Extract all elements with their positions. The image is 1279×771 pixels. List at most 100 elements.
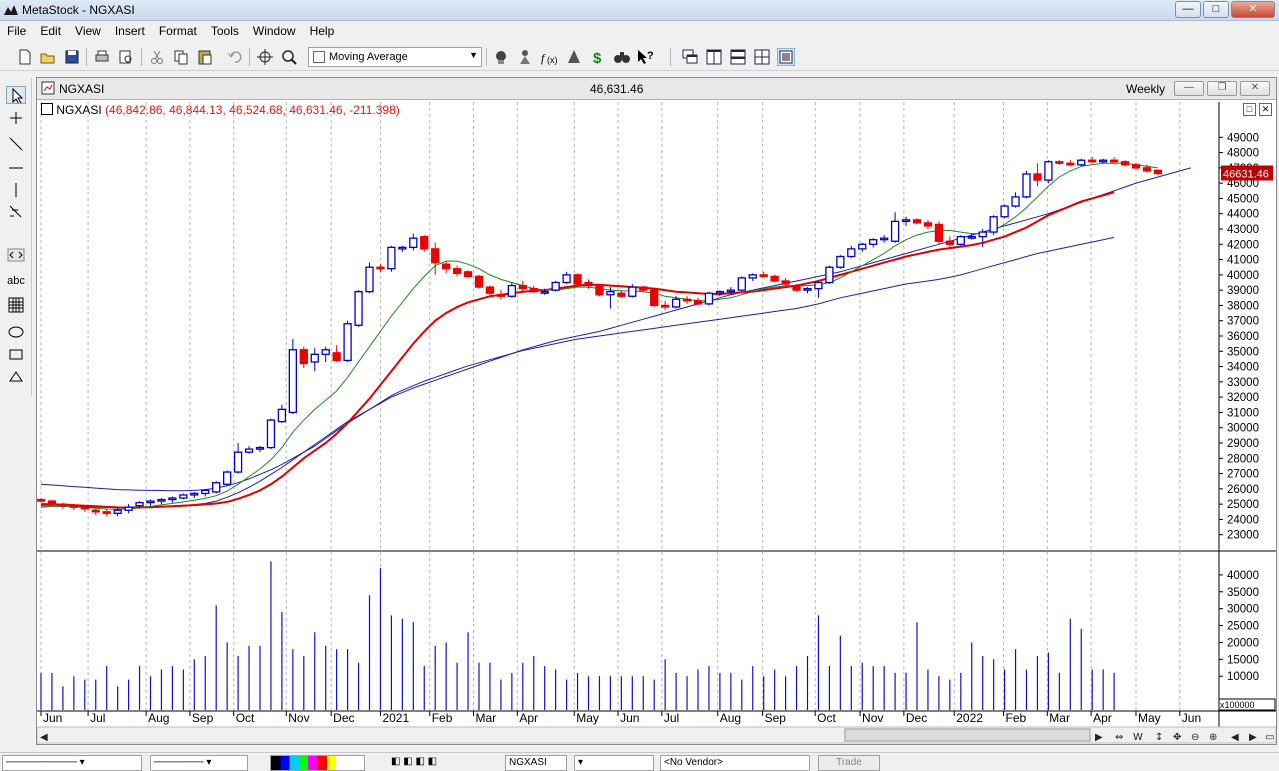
candle-body [518, 284, 527, 290]
candle [792, 284, 801, 292]
y-tick-label: 29000 [1227, 438, 1259, 450]
copy-icon[interactable] [172, 48, 190, 66]
y-tick-label: 44000 [1227, 209, 1259, 221]
layout-active-icon[interactable] [777, 48, 795, 66]
print-icon[interactable] [93, 48, 111, 66]
tile-grid-icon[interactable] [753, 48, 771, 66]
candle [551, 280, 560, 292]
ellipse-tool-icon[interactable] [6, 323, 26, 341]
color-palette[interactable] [270, 755, 365, 771]
scrollbar-control: ◀ [40, 732, 48, 743]
volume-y-tick-label: 30000 [1227, 604, 1259, 616]
y-tick-label: 36000 [1227, 331, 1259, 343]
candle-body [277, 408, 287, 423]
main-toolbar: Moving Average ▼ f (x) $ ? [0, 43, 1279, 71]
pointer-tool-icon[interactable] [6, 86, 26, 104]
x-tick-label: Nov [288, 711, 309, 725]
crosshair-icon[interactable] [256, 48, 274, 66]
undo-icon[interactable] [226, 48, 244, 66]
chart-restore-button[interactable]: ❐ [1207, 81, 1237, 96]
candle [266, 418, 276, 450]
candle [474, 274, 484, 289]
save-icon[interactable] [63, 48, 81, 66]
candle-body [1109, 159, 1119, 163]
rectangle-tool-icon[interactable] [6, 345, 26, 363]
menu-window[interactable]: Window [246, 21, 303, 38]
candle-body [387, 246, 396, 270]
pane-maximize-button[interactable]: □ [1243, 103, 1256, 116]
candle-body [496, 294, 506, 297]
menu-help[interactable]: Help [303, 21, 342, 38]
explorer-icon[interactable] [516, 48, 534, 66]
dollar-icon[interactable]: $ [589, 48, 607, 66]
menu-file[interactable]: File [0, 21, 33, 38]
new-icon[interactable] [16, 48, 34, 66]
cycle-lines-tool-icon[interactable] [6, 202, 26, 220]
candle-body [1033, 173, 1042, 181]
line-weight-select[interactable]: ─────── ▾ [150, 755, 248, 771]
x-tick-label: Nov [862, 711, 883, 725]
close-button[interactable]: ✕ [1231, 1, 1275, 18]
candle-body [781, 280, 790, 285]
menu-edit[interactable]: Edit [33, 21, 68, 38]
formula-icon[interactable]: f (x) [540, 48, 558, 66]
crosshair-tool-icon[interactable] [6, 109, 26, 127]
zoom-icon[interactable] [280, 48, 298, 66]
candle-body [299, 349, 308, 365]
indicator-builder-icon[interactable] [492, 48, 510, 66]
indicator-select[interactable]: Moving Average ▼ [308, 47, 482, 67]
candle-body [551, 281, 560, 291]
menu-tools[interactable]: Tools [204, 21, 246, 38]
vertical-line-tool-icon[interactable] [6, 181, 26, 199]
y-tick-label: 34000 [1227, 362, 1259, 374]
pane-close-button[interactable]: ✕ [1259, 103, 1272, 116]
candle-body [890, 220, 900, 242]
expert-icon[interactable] [565, 48, 583, 66]
candle [288, 339, 298, 414]
chart-minimize-button[interactable]: — [1174, 81, 1204, 96]
triangle-tool-icon[interactable] [6, 367, 26, 385]
toolbar-separator [249, 48, 250, 66]
window-title: MetaStock - NGXASI [22, 3, 135, 17]
chart-area[interactable]: Jun Jul Aug Sep Oct Nov Dec 2021 Feb Mar Apr May Jun… [37, 100, 1276, 744]
candle-body [529, 287, 538, 293]
y-tick-label: 49000 [1227, 132, 1259, 144]
open-icon[interactable] [39, 48, 57, 66]
menu-format[interactable]: Format [152, 21, 204, 38]
exchange-select[interactable]: ▾ [574, 755, 654, 771]
trade-button[interactable]: Trade [818, 755, 880, 771]
paste-icon[interactable] [196, 48, 214, 66]
menu-insert[interactable]: Insert [108, 21, 152, 38]
grid-tool-icon[interactable] [6, 296, 26, 314]
y-tick-label: 30000 [1227, 423, 1259, 435]
chart-close-button[interactable]: ✕ [1240, 81, 1270, 96]
menu-view[interactable]: View [68, 21, 108, 38]
line-style-select[interactable]: ────────── ▾ [2, 755, 142, 771]
candle-body [704, 292, 714, 305]
symbol-field[interactable]: NGXASI [505, 755, 567, 771]
trendline-tool-icon[interactable] [6, 135, 26, 153]
chart-style-icons[interactable]: ◧ ◧ ◧ ◧ [388, 755, 468, 771]
y-tick-label: 32000 [1227, 392, 1259, 404]
candle-body [441, 263, 451, 270]
candle [179, 493, 188, 500]
maximize-button[interactable]: □ [1203, 1, 1229, 18]
chart-periodicity[interactable]: Weekly [1126, 82, 1165, 96]
candle-body [354, 291, 363, 326]
vendor-select[interactable]: <No Vendor> [660, 755, 810, 771]
metastock-app: MetaStock - NGXASI — □ ✕ File Edit View Ins… [0, 0, 1279, 771]
channel-tool-icon[interactable] [6, 246, 26, 264]
horizontal-line-tool-icon[interactable] [6, 159, 26, 177]
tile-horizontal-icon[interactable] [729, 48, 747, 66]
help-pointer-icon[interactable]: ? [636, 48, 654, 66]
candle-body [923, 222, 933, 227]
scrollbar-control: ⊖ [1191, 732, 1199, 743]
print-preview-icon[interactable] [117, 48, 135, 66]
cut-icon[interactable] [148, 48, 166, 66]
candle-body [398, 246, 407, 250]
minimize-button[interactable]: — [1175, 1, 1201, 18]
tile-vertical-icon[interactable] [705, 48, 723, 66]
binoculars-icon[interactable] [613, 48, 631, 66]
text-tool-icon[interactable]: abc [6, 275, 26, 293]
cascade-windows-icon[interactable] [681, 48, 699, 66]
